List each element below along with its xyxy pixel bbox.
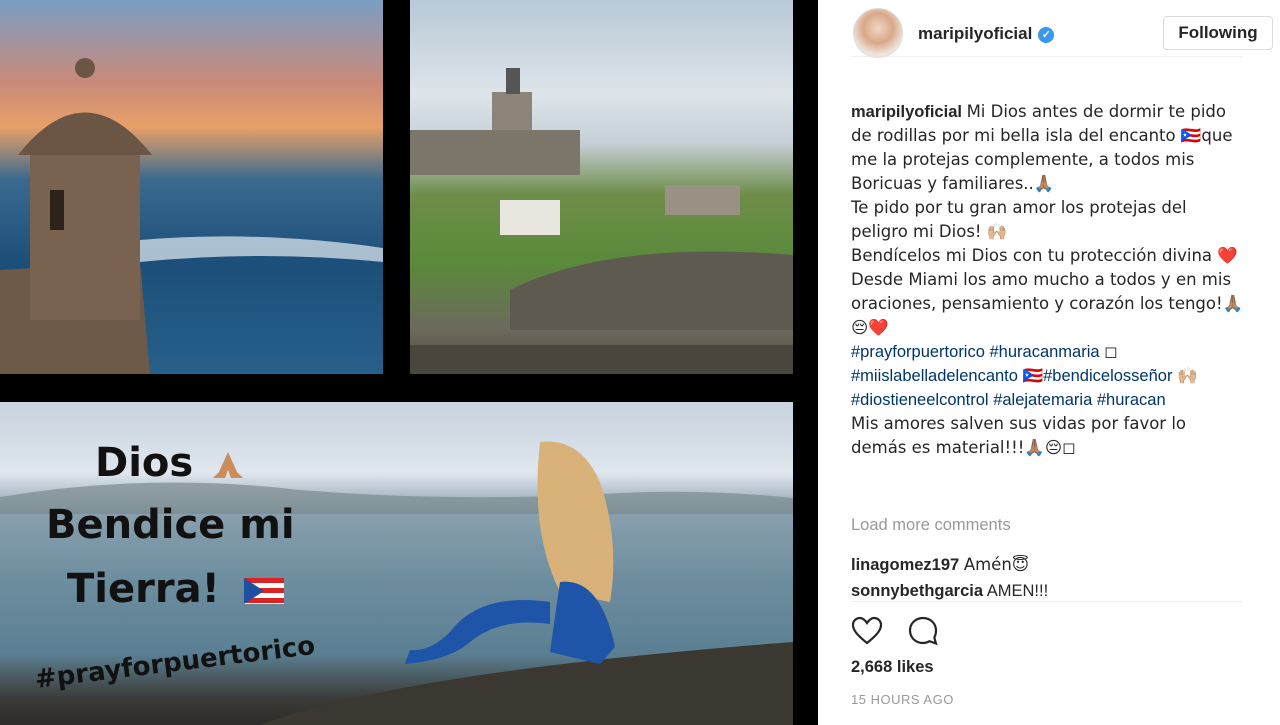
username-text[interactable]: maripilyoficial [918, 24, 1032, 43]
photo-garita-sunset [0, 0, 383, 374]
hashtag-link[interactable]: #miislabelladelencanto [851, 367, 1018, 385]
post-media[interactable]: Dios Bendice mi Tierra! #prayforpuertori… [0, 0, 818, 725]
post-side-panel: maripilyoficial ✓ Following maripilyofici… [818, 0, 1280, 725]
caption-line: Te pido por tu gran amor los protejas de… [851, 198, 1187, 241]
comments-list: linagomez197 Amén😇 sonnybethgarcia AMEN!… [851, 552, 1246, 600]
hashtag-link[interactable]: #huracan [1097, 391, 1166, 409]
overlay-line-tierra: Tierra! [67, 566, 284, 612]
overlay-line-bendice: Bendice mi [46, 502, 295, 548]
comment-text: AMEN!!! [986, 582, 1049, 600]
post-header: maripilyoficial ✓ Following [851, 4, 1273, 58]
caption-line: Desde Miami los amo mucho a todos y en m… [851, 270, 1244, 337]
comment-username[interactable]: sonnybethgarcia [851, 582, 983, 600]
header-username[interactable]: maripilyoficial ✓ [918, 24, 1055, 44]
box-glyph: ◻ [1104, 342, 1118, 361]
flag-emoji: 🇵🇷 [1022, 366, 1044, 385]
hashtag-link[interactable]: #alejatemaria [993, 391, 1092, 409]
hashtag-link[interactable]: #bendicelosseñor [1043, 367, 1172, 385]
overlay-line-dios: Dios [95, 440, 245, 486]
post-caption: maripilyoficial Mi Dios antes de dormir … [851, 100, 1246, 460]
photo-el-morro [410, 0, 793, 374]
overlay-text-tierra: Tierra! [67, 566, 220, 612]
caption-closing: Mis amores salven sus vidas por favor lo… [851, 414, 1187, 457]
verified-badge-icon: ✓ [1038, 27, 1055, 43]
puerto-rico-flag-icon [243, 578, 284, 604]
section-divider [851, 601, 1243, 602]
post-timestamp[interactable]: 15 HOURS AGO [851, 692, 954, 707]
caption-line: Bendícelos mi Dios con tu protección div… [851, 246, 1238, 265]
heart-icon[interactable] [851, 615, 883, 647]
comment-text: Amén😇 [963, 555, 1029, 574]
hashtag-link[interactable]: #prayforpuertorico [851, 343, 985, 361]
comment-username[interactable]: linagomez197 [851, 556, 959, 574]
raised-hands-emoji: 🙌🏼 [1177, 366, 1198, 385]
caption-username[interactable]: maripilyoficial [851, 103, 962, 121]
comment-item: sonnybethgarcia AMEN!!! [851, 578, 1246, 600]
overlay-text-dios: Dios [95, 440, 194, 486]
hashtag-link[interactable]: #huracanmaria [990, 343, 1100, 361]
following-button[interactable]: Following [1163, 16, 1273, 50]
fort-illustration [410, 68, 793, 374]
garita-illustration [0, 58, 383, 374]
comment-icon[interactable] [907, 615, 939, 647]
load-more-comments-link[interactable]: Load more comments [851, 516, 1011, 535]
comment-item: linagomez197 Amén😇 [851, 552, 1246, 578]
hashtag-link[interactable]: #diostieneelcontrol [851, 391, 989, 409]
praying-hands-icon [213, 452, 244, 478]
likes-count[interactable]: 2,668 likes [851, 658, 934, 677]
avatar[interactable] [853, 8, 903, 58]
